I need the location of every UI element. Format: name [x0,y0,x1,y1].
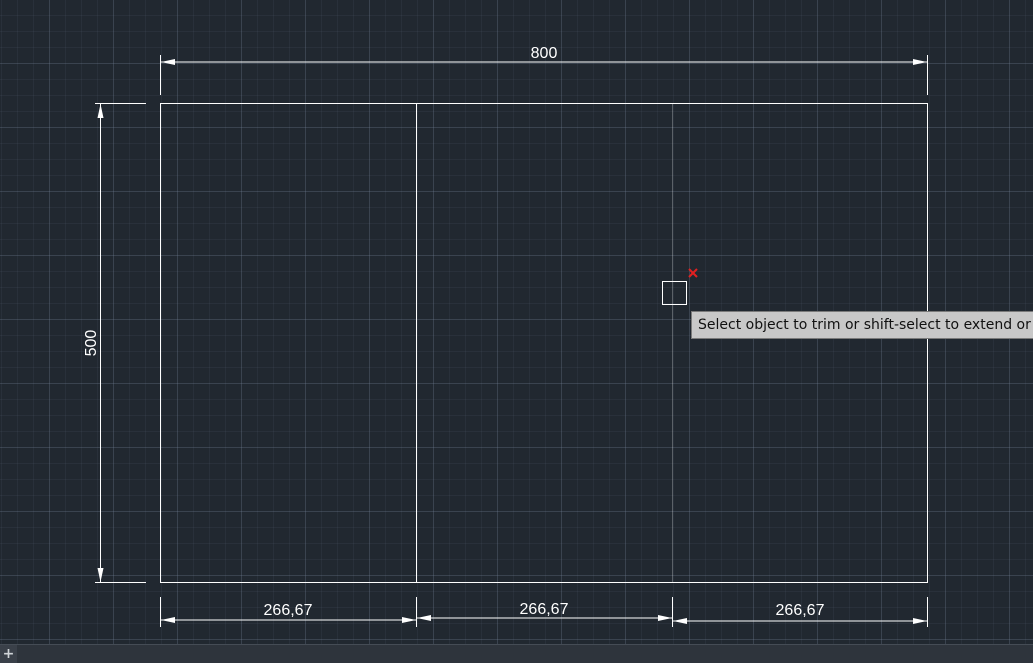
layout-tab-bar: + [0,644,1033,663]
dimension-bottom-3[interactable]: 266,67 [673,597,928,627]
dimension-width[interactable]: 800 [160,45,928,95]
add-layout-tab-button[interactable]: + [0,645,17,663]
command-tooltip: Select object to trim or shift-select to… [691,311,1033,339]
dimension-width-text: 800 [531,45,558,62]
dimension-bottom-2[interactable]: 266,67 [417,597,673,627]
dimension-bottom-2-text: 266,67 [520,601,569,618]
outer-rectangle[interactable] [160,103,928,583]
dimension-height[interactable]: 500 [83,103,146,583]
drawing-canvas[interactable]: 800 500 266,67 266,67 266,67 Select obje… [0,0,1033,644]
dimension-bottom-1[interactable]: 266,67 [160,597,417,627]
x-icon [688,268,698,278]
dimension-bottom-1-text: 266,67 [264,602,313,619]
square-pickbox-icon [662,281,687,305]
dimension-bottom-3-text: 266,67 [776,602,825,619]
dimension-height-text: 500 [83,330,100,357]
